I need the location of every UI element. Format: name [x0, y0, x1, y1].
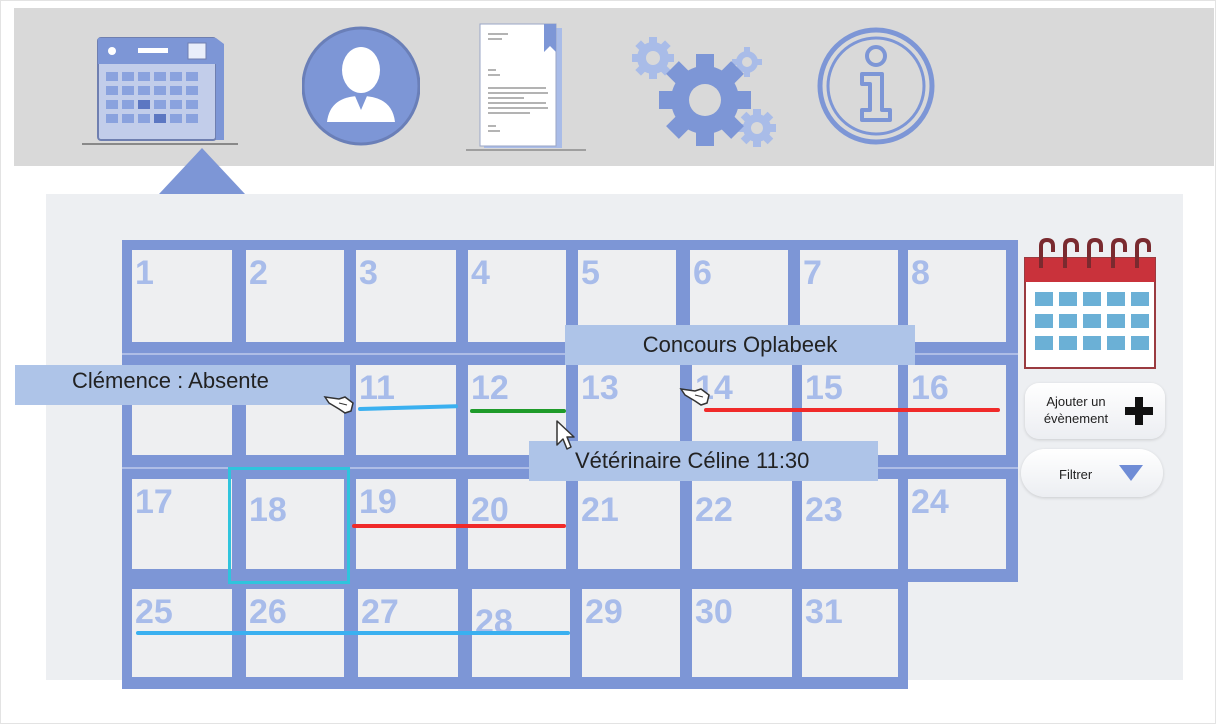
day-number: 4	[471, 254, 490, 292]
filter-button[interactable]: Filtrer	[1021, 449, 1163, 497]
pointer-hand-cursor-icon	[679, 388, 710, 406]
day-number: 16	[911, 369, 949, 407]
day-number: 27	[361, 593, 399, 631]
day-cell-31[interactable]: 31	[802, 589, 898, 677]
day-number: 24	[911, 483, 949, 521]
day-number: 25	[135, 593, 173, 631]
pointer-hand-cursor-icon	[323, 396, 354, 414]
day-number: 23	[805, 491, 843, 529]
document-icon[interactable]	[466, 22, 586, 154]
add-event-label-line2: évènement	[1043, 411, 1109, 426]
arrow-cursor-icon	[556, 420, 575, 450]
event-label-concours[interactable]: Concours Oplabeek	[565, 325, 915, 365]
event-label-text: Clémence : Absente	[72, 368, 269, 393]
event-line-red-week3[interactable]	[352, 524, 566, 528]
day-number: 12	[471, 369, 509, 407]
calendar-add-icon[interactable]	[1023, 237, 1157, 370]
day-cell-23[interactable]: 23	[802, 479, 898, 569]
chevron-down-icon	[1119, 465, 1143, 481]
day-number: 30	[695, 593, 733, 631]
event-label-text: Vétérinaire Céline 11:30	[575, 448, 810, 473]
filter-label: Filtrer	[1059, 467, 1093, 482]
calendar-nav-icon[interactable]	[82, 34, 242, 154]
day-number: 1	[135, 254, 154, 292]
day-number: 17	[135, 483, 173, 521]
day-number: 15	[805, 369, 843, 407]
info-icon[interactable]	[816, 24, 936, 148]
day-cell-2[interactable]: 2	[246, 250, 344, 342]
day-cell-29[interactable]: 29	[582, 589, 680, 677]
settings-gears-icon[interactable]	[629, 32, 779, 154]
active-nav-indicator	[159, 148, 245, 194]
event-label-absence[interactable]: Clémence : Absente	[15, 365, 350, 405]
day-number: 22	[695, 491, 733, 529]
day-cell-30[interactable]: 30	[692, 589, 792, 677]
day-cell-1[interactable]: 1	[132, 250, 232, 342]
day-number: 31	[805, 593, 843, 631]
add-event-label: Ajouter un évènement	[1039, 393, 1113, 427]
day-cell-3[interactable]: 3	[356, 250, 456, 342]
day-number: 26	[249, 593, 287, 631]
day-cell-24[interactable]: 24	[908, 479, 1006, 569]
day-cell-8[interactable]: 8	[908, 250, 1006, 342]
day-number: 20	[471, 491, 509, 529]
day-cell-22[interactable]: 22	[692, 479, 792, 569]
plus-icon	[1125, 397, 1153, 425]
event-line-red-concours[interactable]	[704, 408, 1000, 412]
day-number: 29	[585, 593, 623, 631]
top-nav-bar	[14, 8, 1214, 166]
event-label-veterinaire[interactable]: Vétérinaire Céline 11:30	[529, 441, 878, 481]
day-cell-17[interactable]: 17	[132, 479, 232, 569]
event-label-text: Concours Oplabeek	[642, 332, 838, 357]
add-event-label-line1: Ajouter un	[1046, 394, 1106, 409]
event-line-green-veterinaire[interactable]	[470, 409, 566, 413]
event-line-blue-week4[interactable]	[136, 631, 570, 635]
day-number: 11	[359, 369, 395, 407]
add-event-button[interactable]: Ajouter un évènement	[1025, 383, 1165, 439]
day-number: 8	[911, 254, 930, 292]
day-number: 5	[581, 254, 600, 292]
user-profile-icon[interactable]	[301, 24, 421, 148]
app-frame: 1 2 3 4 5 6 7 8 11 12 13 14 15 16 17 18 …	[0, 0, 1216, 724]
day-number: 21	[581, 491, 619, 529]
day-number: 13	[581, 369, 619, 407]
day-number: 2	[249, 254, 268, 292]
day-cell-21[interactable]: 21	[578, 479, 680, 569]
day-cell-4[interactable]: 4	[468, 250, 566, 342]
day-number: 19	[359, 483, 397, 521]
day-number: 6	[693, 254, 712, 292]
day-number: 7	[803, 254, 822, 292]
selected-day-outline	[228, 467, 350, 584]
day-number: 3	[359, 254, 378, 292]
